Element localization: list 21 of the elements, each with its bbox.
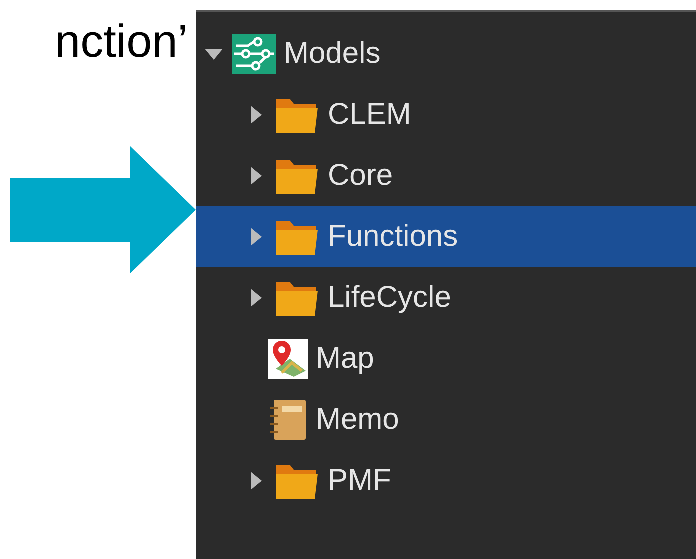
tree-item-label: LifeCycle <box>328 280 452 314</box>
tree-item-label: Functions <box>328 220 458 254</box>
tree-item-label: Models <box>284 36 381 70</box>
network-icon <box>232 34 276 74</box>
tree-item-label: PMF <box>328 464 392 498</box>
tree-item[interactable]: Models <box>196 23 696 84</box>
tree-item-label: CLEM <box>328 98 412 132</box>
tree-item[interactable]: LifeCycle <box>196 267 696 328</box>
tree-item-label: Memo <box>316 402 400 436</box>
tree-item-label: Map <box>316 342 374 376</box>
tree-item[interactable]: Functions <box>196 206 696 267</box>
tree-item[interactable]: Core <box>196 145 696 206</box>
notebook-icon <box>268 398 308 442</box>
slide-caption: nction’ <box>55 14 189 68</box>
tree-item[interactable]: PMF <box>196 450 696 511</box>
pointer-arrow-icon <box>10 146 196 274</box>
tree-item[interactable]: CLEM <box>196 84 696 145</box>
map-pin-icon <box>268 338 308 378</box>
tree-item-label: Core <box>328 158 394 192</box>
tree-item[interactable]: Map <box>196 328 696 389</box>
tree-item[interactable]: Memo <box>196 389 696 450</box>
